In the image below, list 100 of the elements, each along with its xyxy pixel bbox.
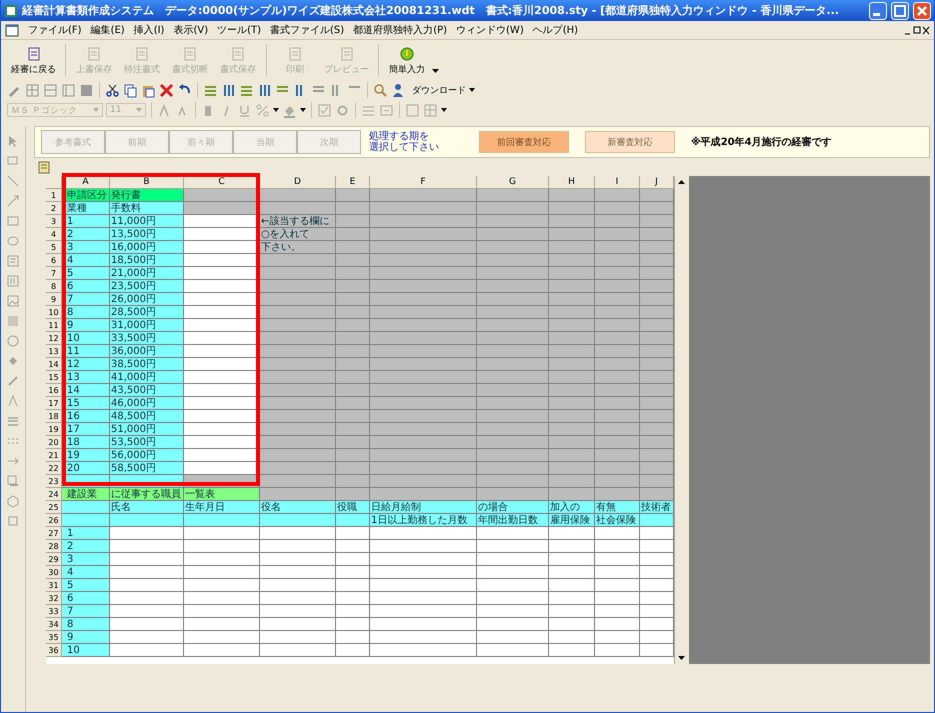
row-header[interactable]: 36 <box>46 644 62 657</box>
row-header[interactable]: 13 <box>46 345 62 358</box>
row-header[interactable]: 28 <box>46 540 62 553</box>
review-mode-button[interactable]: 新審査対応 <box>585 131 675 153</box>
column-header[interactable]: B <box>110 176 184 189</box>
toolbar-button[interactable]: 経審に戻る <box>7 42 60 78</box>
row-header[interactable]: 6 <box>46 254 62 267</box>
circle-icon[interactable] <box>6 334 20 348</box>
picture-icon[interactable] <box>6 294 20 308</box>
column-header[interactable]: I <box>595 176 640 189</box>
maximize-icon[interactable] <box>891 2 909 20</box>
caret-icon[interactable] <box>273 108 279 112</box>
arrow-icon[interactable] <box>6 194 20 208</box>
menu-item[interactable]: ツール(T) <box>217 23 262 37</box>
person-icon[interactable] <box>391 82 406 98</box>
table-cell <box>595 228 640 241</box>
shadow-icon[interactable] <box>6 474 20 488</box>
find-icon[interactable] <box>373 82 388 98</box>
menu-item[interactable]: ファイル(F) <box>28 23 82 37</box>
text-box-icon[interactable] <box>6 254 20 268</box>
column-header[interactable]: F <box>370 176 477 189</box>
rectangle-icon[interactable] <box>6 514 20 528</box>
delete-icon[interactable] <box>159 82 174 98</box>
insert-column-icon[interactable] <box>257 82 272 98</box>
table-cell <box>336 293 370 306</box>
row-header[interactable]: 25 <box>46 501 62 514</box>
row-header[interactable]: 26 <box>46 514 62 527</box>
menu-item[interactable]: ヘルプ(H) <box>532 23 578 37</box>
row-header[interactable]: 32 <box>46 592 62 605</box>
table-cell <box>595 254 640 267</box>
row-header[interactable]: 30 <box>46 566 62 579</box>
row-header[interactable]: 3 <box>46 215 62 228</box>
grid-icon[interactable] <box>43 82 58 98</box>
row-header[interactable]: 2 <box>46 202 62 215</box>
download-button[interactable]: ダウンロード <box>409 82 478 98</box>
row-header[interactable]: 11 <box>46 319 62 332</box>
row-header[interactable]: 35 <box>46 631 62 644</box>
menu-item[interactable]: 表示(V) <box>173 23 208 37</box>
child-window-controls-icon[interactable] <box>904 24 930 36</box>
menu-item[interactable]: 都道府県独特入力(P) <box>353 23 448 37</box>
row-header[interactable]: 19 <box>46 423 62 436</box>
row-header[interactable]: 17 <box>46 397 62 410</box>
row-header[interactable]: 24 <box>46 488 62 501</box>
row-header[interactable]: 4 <box>46 228 62 241</box>
row-header[interactable]: 8 <box>46 280 62 293</box>
close-icon[interactable] <box>913 2 931 20</box>
row-header[interactable]: 15 <box>46 371 62 384</box>
row-header[interactable]: 10 <box>46 306 62 319</box>
column-header[interactable]: E <box>336 176 370 189</box>
scissors-icon[interactable] <box>105 82 120 98</box>
insert-column-icon[interactable] <box>221 82 236 98</box>
font-color-icon[interactable] <box>6 394 20 408</box>
text-box-icon[interactable] <box>6 274 20 288</box>
border-icon[interactable] <box>405 102 420 118</box>
notepad-icon[interactable] <box>38 160 50 174</box>
caret-icon[interactable] <box>432 69 439 74</box>
picture-icon[interactable] <box>6 314 20 328</box>
table-cell <box>595 527 640 540</box>
grid-icon[interactable] <box>25 82 40 98</box>
table-cell <box>336 202 370 215</box>
row-header[interactable]: 12 <box>46 332 62 345</box>
table-cell: 建設業 <box>62 488 110 501</box>
row-header[interactable]: 20 <box>46 436 62 449</box>
column-header[interactable]: D <box>260 176 336 189</box>
table-icon[interactable] <box>79 82 94 98</box>
row-header[interactable]: 16 <box>46 384 62 397</box>
row-header[interactable]: 14 <box>46 358 62 371</box>
column-header[interactable]: J <box>640 176 674 189</box>
column-header[interactable]: G <box>477 176 549 189</box>
menu-item[interactable]: 挿入(I) <box>134 23 164 37</box>
row-header[interactable]: 31 <box>46 579 62 592</box>
row-header[interactable]: 21 <box>46 449 62 462</box>
row-header[interactable]: 33 <box>46 605 62 618</box>
row-header[interactable]: 9 <box>46 293 62 306</box>
row-header[interactable]: 34 <box>46 618 62 631</box>
caret-icon[interactable] <box>441 108 447 112</box>
row-header[interactable]: 29 <box>46 553 62 566</box>
column-header[interactable]: H <box>549 176 595 189</box>
row-header[interactable]: 27 <box>46 527 62 540</box>
row-header[interactable]: 7 <box>46 267 62 280</box>
menu-item[interactable]: 書式ファイル(S) <box>270 23 344 37</box>
row-header[interactable]: 23 <box>46 475 62 488</box>
line-color-icon[interactable] <box>6 374 20 388</box>
merge-cells-icon[interactable] <box>379 102 394 118</box>
menu-item[interactable]: 編集(E) <box>90 23 125 37</box>
table-icon[interactable] <box>61 82 76 98</box>
copy-icon[interactable] <box>123 82 138 98</box>
caret-icon[interactable] <box>300 108 306 112</box>
line-icon[interactable] <box>6 174 20 188</box>
toolbar-button[interactable]: 簡単入力 <box>384 42 430 78</box>
menu-item[interactable]: ウィンドウ(W) <box>456 23 524 37</box>
row-header[interactable]: 22 <box>46 462 62 475</box>
review-mode-button[interactable]: 前回審査対応 <box>479 131 569 153</box>
row-header[interactable]: 18 <box>46 410 62 423</box>
row-header[interactable]: 5 <box>46 241 62 254</box>
minimize-icon[interactable] <box>869 2 887 20</box>
ellipse-icon[interactable] <box>6 234 20 248</box>
checkbox-icon[interactable] <box>317 102 332 118</box>
rectangle-icon[interactable] <box>6 214 20 228</box>
row-header[interactable]: 1 <box>46 189 62 202</box>
